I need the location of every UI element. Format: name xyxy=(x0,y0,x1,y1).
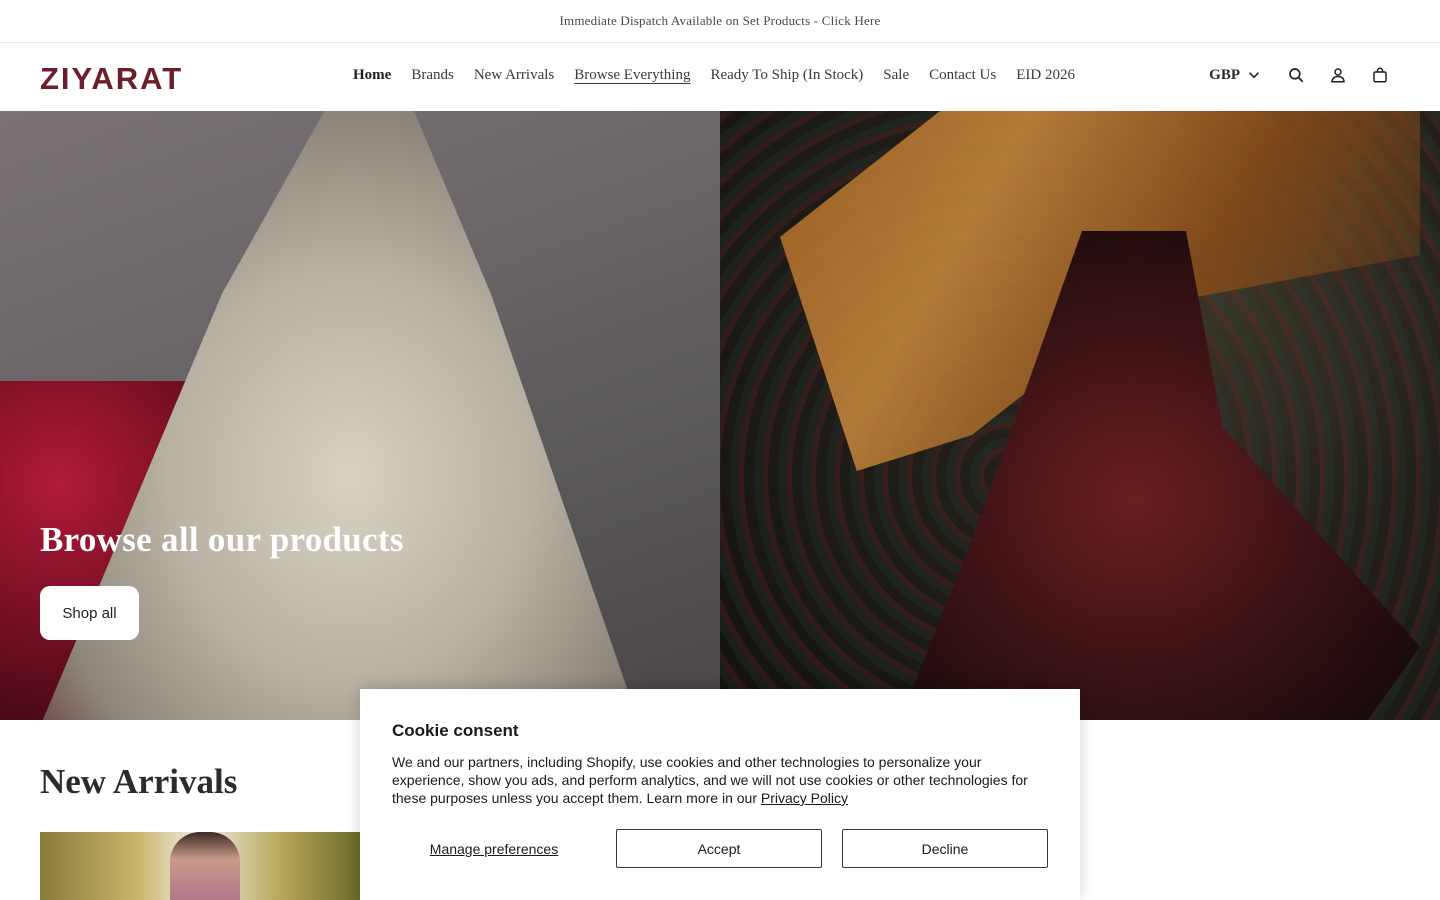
nav-eid-2026[interactable]: EID 2026 xyxy=(1016,67,1075,84)
cookie-actions: Manage preferences Accept Decline xyxy=(392,829,1048,868)
announcement-text[interactable]: Immediate Dispatch Available on Set Prod… xyxy=(560,13,881,29)
logo[interactable]: ZIYARAT xyxy=(40,61,183,97)
nav-new-arrivals[interactable]: New Arrivals xyxy=(474,67,554,84)
cookie-title: Cookie consent xyxy=(392,721,519,740)
search-icon[interactable] xyxy=(1286,65,1306,85)
header-actions: GBP xyxy=(1209,65,1390,85)
accept-button[interactable]: Accept xyxy=(616,829,822,868)
chevron-down-icon xyxy=(1244,65,1264,85)
shop-all-button[interactable]: Shop all xyxy=(40,586,139,640)
manage-preferences-button[interactable]: Manage preferences xyxy=(392,829,596,868)
hero-title: Browse all our products xyxy=(40,520,404,559)
cookie-body-text: We and our partners, including Shopify, … xyxy=(392,754,1028,806)
nav-contact-us[interactable]: Contact Us xyxy=(929,67,996,84)
cookie-consent-dialog: Cookie consent We and our partners, incl… xyxy=(360,689,1080,900)
site-header: ZIYARAT Home Brands New Arrivals Browse … xyxy=(0,43,1440,111)
nav-home[interactable]: Home xyxy=(353,67,391,84)
nav-browse-everything[interactable]: Browse Everything xyxy=(574,67,690,84)
nav-brands[interactable]: Brands xyxy=(411,67,454,84)
hero-image-right xyxy=(720,111,1440,720)
nav-sale[interactable]: Sale xyxy=(883,67,909,84)
privacy-policy-link[interactable]: Privacy Policy xyxy=(761,790,848,806)
model-figure xyxy=(170,832,240,900)
currency-selector[interactable]: GBP xyxy=(1209,65,1264,85)
product-card-image[interactable] xyxy=(40,832,360,900)
cart-icon[interactable] xyxy=(1370,65,1390,85)
decline-button[interactable]: Decline xyxy=(842,829,1048,868)
cookie-body: We and our partners, including Shopify, … xyxy=(392,753,1042,807)
announcement-bar[interactable]: Immediate Dispatch Available on Set Prod… xyxy=(0,0,1440,43)
hero-banner: Browse all our products Shop all xyxy=(0,111,1440,720)
new-arrivals-title: New Arrivals xyxy=(40,762,238,801)
nav-ready-to-ship[interactable]: Ready To Ship (In Stock) xyxy=(710,67,863,84)
account-icon[interactable] xyxy=(1328,65,1348,85)
main-nav: Home Brands New Arrivals Browse Everythi… xyxy=(353,67,1075,84)
currency-label: GBP xyxy=(1209,66,1240,83)
